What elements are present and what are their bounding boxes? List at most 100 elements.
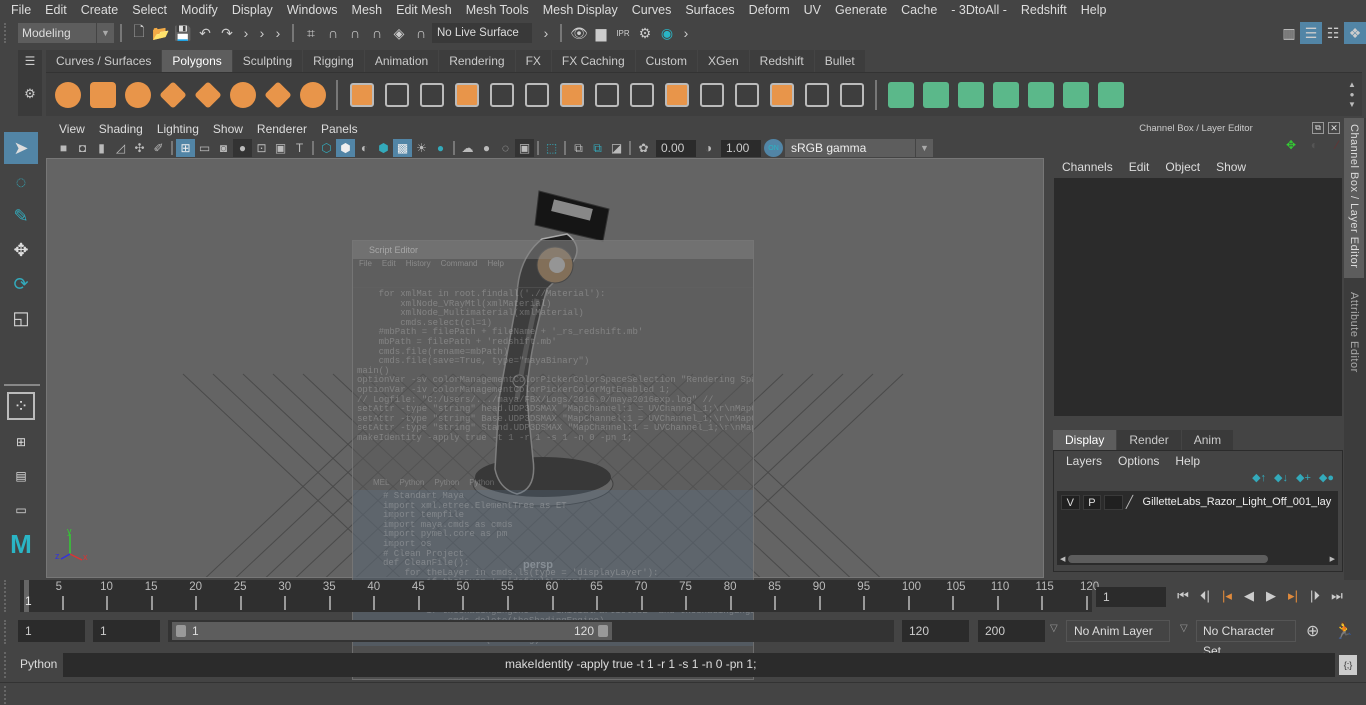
collapse-arrow-icon[interactable]: › (678, 22, 694, 44)
anim-layer-dropdown[interactable]: No Anim Layer (1066, 620, 1170, 642)
make-live-icon[interactable]: ∩ (410, 22, 432, 44)
menu-windows[interactable]: Windows (280, 3, 345, 17)
layer-name[interactable]: GilletteLabs_Razor_Light_Off_001_lay (1143, 496, 1338, 508)
menu-mesh[interactable]: Mesh (345, 3, 390, 17)
open-scene-icon[interactable]: 📂 (150, 22, 172, 44)
menu--3dtoall-[interactable]: - 3DtoAll - (944, 3, 1014, 17)
collapse-arrow-icon[interactable]: › (270, 22, 286, 44)
chevron-down-icon[interactable]: ▽ (1180, 623, 1188, 634)
shelf-scroll[interactable]: ▲ ● ▼ (1346, 80, 1358, 110)
script-tab[interactable]: Python (399, 478, 424, 490)
extrude-icon[interactable] (589, 79, 624, 111)
go-to-end-icon[interactable]: ⏭ (1326, 585, 1348, 607)
cylindrical-uv-icon[interactable] (918, 79, 953, 111)
layer-row[interactable]: V P ╱ GilletteLabs_Razor_Light_Off_001_l… (1057, 491, 1338, 513)
horizontal-scrollbar[interactable]: ◀ ▶ (1057, 553, 1338, 565)
grip-handle[interactable] (4, 686, 16, 704)
step-forward-key-icon[interactable]: ▸| (1282, 585, 1304, 607)
tool-settings-icon[interactable]: ☷ (1322, 22, 1344, 44)
float-panel-icon[interactable]: ⧉ (1312, 122, 1324, 134)
layer-menu-layers[interactable]: Layers (1058, 454, 1110, 468)
layer-tab-display[interactable]: Display (1053, 430, 1117, 450)
menu-uv[interactable]: UV (797, 3, 828, 17)
poly-cylinder-icon[interactable] (120, 79, 155, 111)
channel-menu-edit[interactable]: Edit (1121, 160, 1158, 174)
mirror-icon[interactable] (414, 79, 449, 111)
menu-mesh-display[interactable]: Mesh Display (536, 3, 625, 17)
gate-mask-icon[interactable]: ● (233, 139, 252, 157)
snap-grid-icon[interactable]: ⌗ (300, 22, 322, 44)
split-icon[interactable] (834, 79, 869, 111)
spherical-uv-icon[interactable] (953, 79, 988, 111)
command-input[interactable]: makeIdentity -apply true -t 1 -r 1 -s 1 … (63, 653, 1335, 677)
layer-visibility-toggle[interactable]: V (1061, 494, 1080, 510)
grip-handle[interactable] (4, 580, 16, 612)
menu-file[interactable]: File (4, 3, 38, 17)
color-management-toggle[interactable]: ON (764, 139, 783, 157)
exposure-icon[interactable]: ✿ (634, 139, 653, 157)
close-icon[interactable]: ✕ (1328, 122, 1340, 134)
menu-mesh-tools[interactable]: Mesh Tools (459, 3, 536, 17)
poly-cube-icon[interactable] (85, 79, 120, 111)
layout-toggle-icon[interactable]: ◐ (1311, 138, 1318, 152)
shelf-tabs-menu-icon[interactable]: ☰ (18, 54, 42, 68)
time-slider[interactable]: 1 5 10 15 20 25 30 35 40 45 50 55 60 65 70 75 80 85 90 95 1… (20, 580, 1099, 612)
render-frame-icon[interactable]: ▆ (590, 22, 612, 44)
textured-icon[interactable]: ▩ (393, 139, 412, 157)
move-tool-icon[interactable]: ✥ (4, 234, 38, 266)
menu-redshift[interactable]: Redshift (1014, 3, 1074, 17)
shelf-tab-curves-surfaces[interactable]: Curves / Surfaces (46, 50, 163, 72)
range-end-handle[interactable] (598, 625, 608, 637)
panel-menu-panels[interactable]: Panels (314, 122, 365, 136)
shelf-tab-fx[interactable]: FX (515, 50, 552, 72)
layer-tab-render[interactable]: Render (1117, 430, 1181, 450)
script-tab[interactable]: MEL (373, 478, 389, 490)
menu-help[interactable]: Help (1074, 3, 1114, 17)
channel-menu-channels[interactable]: Channels (1054, 160, 1121, 174)
redo-icon[interactable]: ↷ (216, 22, 238, 44)
snap-live-icon[interactable]: ◈ (388, 22, 410, 44)
menu-deform[interactable]: Deform (742, 3, 797, 17)
chevron-down-icon[interactable]: ▽ (1050, 623, 1058, 634)
xray-joints-icon[interactable]: ◪ (607, 139, 626, 157)
go-to-start-icon[interactable]: ⏮ (1172, 585, 1194, 607)
film-gate-icon[interactable]: ▭ (195, 139, 214, 157)
new-empty-layer-icon[interactable]: ◆+ (1296, 471, 1311, 491)
poly-sphere-icon[interactable] (50, 79, 85, 111)
undo-icon[interactable]: ↶ (194, 22, 216, 44)
menu-create[interactable]: Create (74, 3, 126, 17)
layer-menu-help[interactable]: Help (1167, 454, 1208, 468)
lasso-select-tool-icon[interactable]: ◌ (4, 166, 38, 198)
channel-menu-object[interactable]: Object (1157, 160, 1208, 174)
use-all-lights-icon[interactable]: ☀ (412, 139, 431, 157)
script-menu-history[interactable]: History (406, 259, 431, 272)
smooth-shade-icon[interactable]: ⬢ (336, 139, 355, 157)
hypershade-icon[interactable]: ◉ (656, 22, 678, 44)
persp-graph-layout-icon[interactable]: ▭ (4, 494, 38, 526)
panel-menu-lighting[interactable]: Lighting (150, 122, 206, 136)
script-menu-edit[interactable]: Edit (382, 259, 396, 272)
anti-aliasing-icon[interactable]: ◌ (496, 139, 515, 157)
menu-surfaces[interactable]: Surfaces (678, 3, 741, 17)
shadows-icon[interactable]: ● (431, 139, 450, 157)
new-layer-from-selection-icon[interactable]: ◆● (1319, 471, 1334, 491)
bridge-icon[interactable] (519, 79, 554, 111)
exposure-field[interactable]: 0.00 (656, 139, 696, 157)
rotate-tool-icon[interactable]: ⟳ (4, 268, 38, 300)
shelf-tab-rigging[interactable]: Rigging (303, 50, 365, 72)
new-scene-icon[interactable]: 🗋 (128, 22, 150, 44)
step-back-key-icon[interactable]: |◂ (1216, 585, 1238, 607)
tab-attribute-editor[interactable]: Attribute Editor (1344, 286, 1364, 379)
merge-icon[interactable] (624, 79, 659, 111)
uv-editor-icon[interactable] (1058, 79, 1093, 111)
save-scene-icon[interactable]: 💾 (172, 22, 194, 44)
shelf-tab-rendering[interactable]: Rendering (439, 50, 516, 72)
panel-menu-renderer[interactable]: Renderer (250, 122, 314, 136)
menu-display[interactable]: Display (225, 3, 280, 17)
manipulator-icon[interactable]: ✥ (1286, 138, 1296, 152)
scale-tool-icon[interactable]: ◱ (4, 302, 38, 334)
play-backwards-icon[interactable]: ◀ (1238, 585, 1260, 607)
channel-menu-show[interactable]: Show (1208, 160, 1254, 174)
ambient-occlusion-icon[interactable]: ☁ (458, 139, 477, 157)
shelf-tab-xgen[interactable]: XGen (697, 50, 750, 72)
